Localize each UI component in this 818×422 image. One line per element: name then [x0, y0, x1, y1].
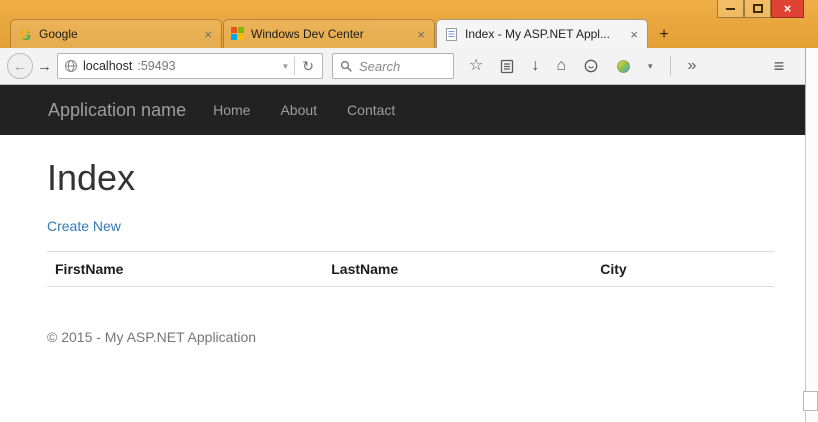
windows-favicon-icon — [231, 27, 245, 41]
records-table: FirstName LastName City — [47, 251, 774, 287]
browser-window: G Google × Windows Dev Center × — [0, 0, 818, 422]
nav-link-about[interactable]: About — [265, 85, 332, 135]
tab-aspnet-index[interactable]: Index - My ASP.NET Appl... × — [436, 19, 648, 48]
forward-button[interactable]: → — [37, 58, 52, 75]
urlbar-divider — [294, 57, 295, 75]
svg-text:G: G — [20, 27, 31, 42]
navbar-links: Home About Contact — [198, 85, 410, 135]
addon-icon[interactable] — [616, 59, 631, 74]
tab-title: Index - My ASP.NET Appl... — [465, 27, 622, 41]
desktop-artifact — [803, 391, 818, 411]
back-button[interactable]: ← — [7, 53, 33, 79]
create-new-row: Create New — [47, 218, 774, 236]
hamburger-menu-button[interactable]: ≡ — [760, 53, 798, 80]
site-navbar: Application name Home About Contact — [0, 85, 806, 135]
minimize-button[interactable] — [717, 0, 744, 18]
table-header-row: FirstName LastName City — [47, 252, 774, 287]
maximize-icon — [753, 4, 763, 13]
table-header: FirstName LastName City — [47, 252, 774, 287]
column-header-firstname: FirstName — [47, 252, 323, 287]
tab-close-icon[interactable]: × — [415, 28, 427, 41]
page-favicon-icon — [444, 27, 459, 42]
column-header-city: City — [592, 252, 774, 287]
minimize-icon — [726, 8, 735, 10]
reload-button[interactable]: ↻ — [300, 58, 316, 75]
overflow-chevron-icon[interactable]: » — [688, 58, 697, 74]
window-controls: × — [717, 0, 804, 18]
tab-google[interactable]: G Google × — [10, 19, 222, 48]
address-bar[interactable]: localhost :59493 ▼ ↻ — [57, 53, 323, 79]
toolbar-divider — [670, 56, 671, 76]
addon-dropdown-icon[interactable]: ▾ — [648, 61, 653, 72]
reading-list-icon[interactable] — [500, 59, 514, 74]
tab-close-icon[interactable]: × — [202, 28, 214, 41]
page-content: Index Create New FirstName LastName City… — [0, 135, 806, 422]
maximize-button[interactable] — [744, 0, 771, 18]
tab-title: Windows Dev Center — [251, 27, 409, 41]
create-new-link[interactable]: Create New — [47, 218, 121, 234]
copyright-footer: © 2015 - My ASP.NET Application — [47, 329, 774, 345]
nav-link-home[interactable]: Home — [198, 85, 265, 135]
chat-bubble-icon[interactable] — [583, 59, 599, 74]
nav-link-contact[interactable]: Contact — [332, 85, 410, 135]
close-button[interactable]: × — [771, 0, 804, 18]
navigation-toolbar: ← → localhost :59493 ▼ ↻ Search ☆ — [0, 48, 806, 85]
url-port: :59493 — [137, 59, 175, 73]
downloads-icon[interactable]: ↓ — [531, 58, 539, 74]
google-favicon-icon: G — [18, 27, 33, 42]
page-title: Index — [47, 157, 774, 199]
column-header-lastname: LastName — [323, 252, 592, 287]
tab-title: Google — [39, 27, 196, 41]
url-dropdown-icon[interactable]: ▼ — [281, 62, 289, 71]
site-globe-icon — [64, 59, 78, 73]
search-box[interactable]: Search — [332, 53, 454, 79]
search-icon — [340, 60, 353, 73]
bookmark-star-icon[interactable]: ☆ — [469, 58, 483, 74]
new-tab-button[interactable]: + — [649, 22, 679, 48]
tab-close-icon[interactable]: × — [628, 28, 640, 41]
home-icon[interactable]: ⌂ — [556, 58, 566, 74]
tab-windows-dev-center[interactable]: Windows Dev Center × — [223, 19, 435, 48]
tab-strip: G Google × Windows Dev Center × — [10, 19, 679, 48]
desktop-strip — [806, 48, 818, 422]
toolbar-icons: ☆ ↓ ⌂ ▾ » — [469, 56, 696, 76]
navbar-brand[interactable]: Application name — [48, 100, 186, 121]
url-host: localhost — [83, 59, 132, 73]
search-placeholder: Search — [359, 59, 400, 74]
titlebar: G Google × Windows Dev Center × — [0, 0, 818, 48]
